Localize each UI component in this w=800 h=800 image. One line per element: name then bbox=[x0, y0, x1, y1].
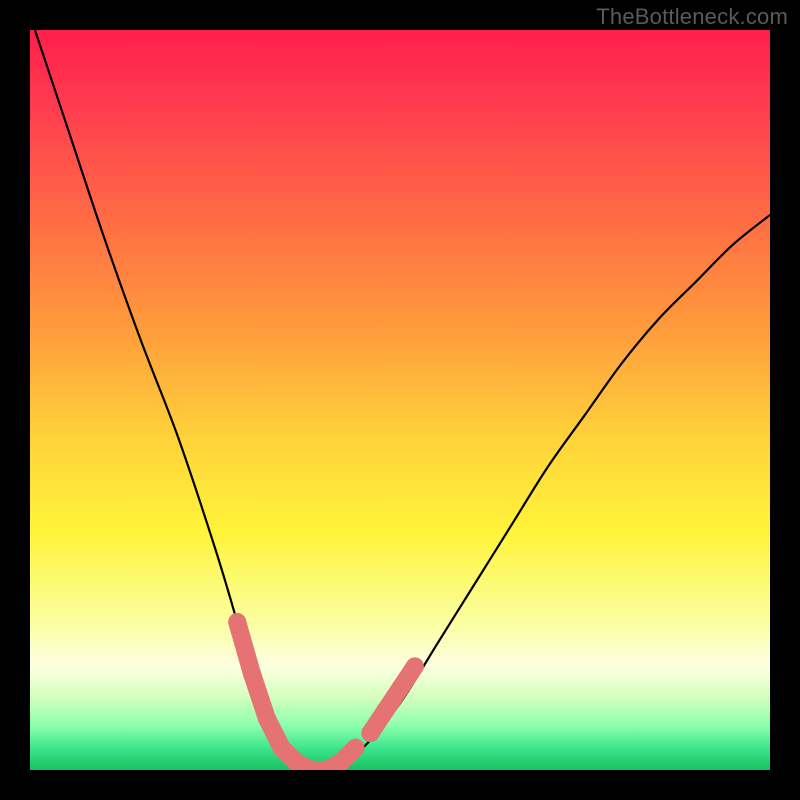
watermark-text: TheBottleneck.com bbox=[596, 4, 788, 30]
plot-area bbox=[30, 30, 770, 770]
bottleneck-curve bbox=[30, 30, 770, 770]
highlight-dots bbox=[228, 613, 424, 770]
chart-frame: TheBottleneck.com bbox=[0, 0, 800, 800]
curve-layer bbox=[30, 30, 770, 770]
